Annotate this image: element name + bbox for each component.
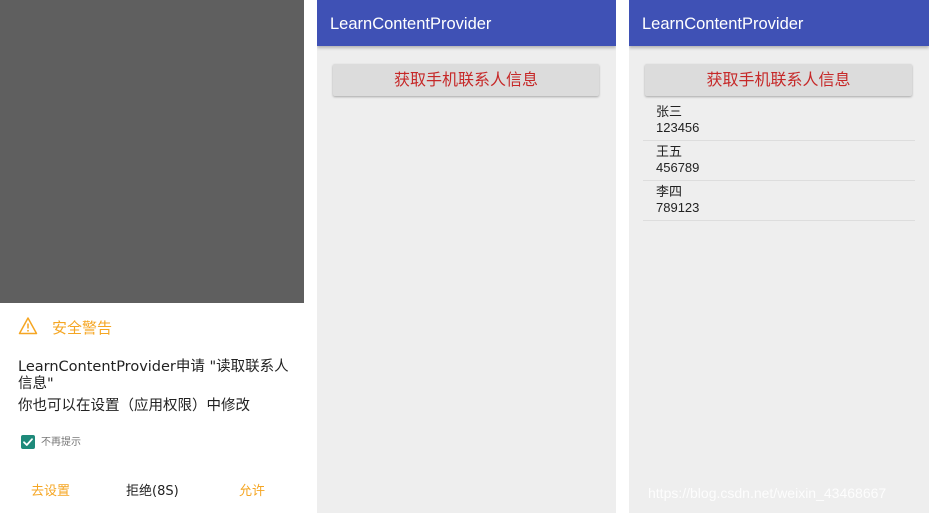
checkbox-label[interactable]: 不再提示 <box>41 436 81 449</box>
dialog-title: 安全警告 <box>52 319 113 337</box>
app-screen-initial: LearnContentProvider 获取手机联系人信息 <box>317 0 616 513</box>
contact-name: 李四 <box>656 184 683 199</box>
app-title: LearnContentProvider <box>330 15 492 33</box>
deny-button[interactable]: 拒绝(8S) <box>126 483 179 500</box>
contact-number: 456789 <box>656 160 700 175</box>
contact-list: 张三 123456 王五 456789 李四 789123 <box>643 101 915 221</box>
contact-number: 123456 <box>656 120 700 135</box>
permission-hint: 你也可以在设置（应用权限）中修改 <box>18 398 250 414</box>
go-to-settings-button[interactable]: 去设置 <box>31 483 70 500</box>
app-bar: LearnContentProvider <box>317 0 616 46</box>
get-contacts-button[interactable]: 获取手机联系人信息 <box>333 64 599 96</box>
allow-button[interactable]: 允许 <box>239 483 265 500</box>
warning-icon <box>18 317 38 335</box>
watermark: https://blog.csdn.net/weixin_43468667 <box>648 485 887 501</box>
divider <box>616 0 629 513</box>
app-bar: LearnContentProvider <box>629 0 929 46</box>
contact-name: 张三 <box>656 104 683 119</box>
contact-name: 王五 <box>656 144 683 159</box>
list-item[interactable]: 张三 123456 <box>643 101 915 141</box>
get-contacts-button[interactable]: 获取手机联系人信息 <box>645 64 912 96</box>
permission-screen: 安全警告 LearnContentProvider申请 "读取联系人信息" 你也… <box>0 0 304 513</box>
permission-message: LearnContentProvider申请 "读取联系人信息" <box>18 359 289 392</box>
app-screen-contacts: LearnContentProvider 获取手机联系人信息 张三 123456… <box>629 0 929 513</box>
dont-ask-again-checkbox[interactable] <box>21 435 35 449</box>
dimmed-background[interactable] <box>0 0 304 303</box>
check-icon <box>23 438 33 446</box>
list-item[interactable]: 李四 789123 <box>643 181 915 221</box>
divider <box>304 0 317 513</box>
app-title: LearnContentProvider <box>642 15 804 33</box>
list-item[interactable]: 王五 456789 <box>643 141 915 181</box>
contact-number: 789123 <box>656 200 700 215</box>
